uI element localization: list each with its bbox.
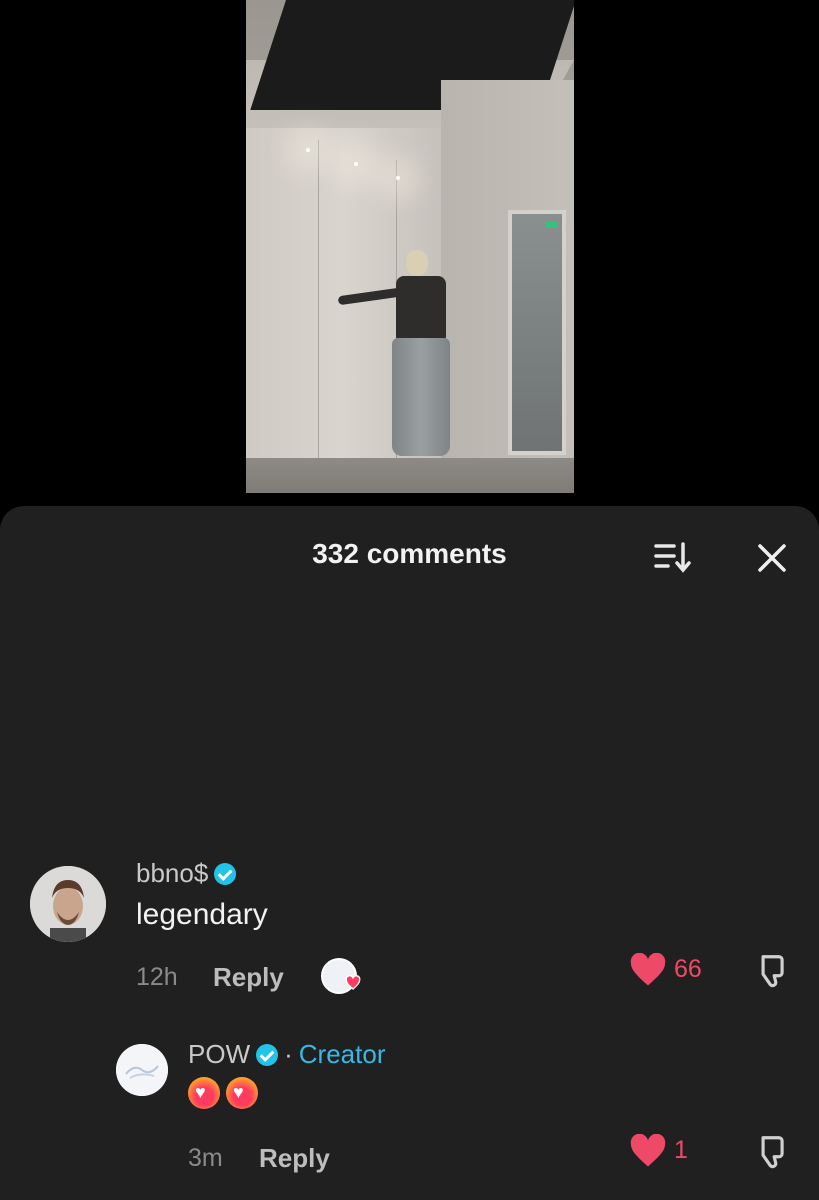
reply-button[interactable]: Reply [259,1143,330,1174]
dancer-legs [392,338,450,456]
comment-text: legendary [136,898,268,931]
comment-timestamp: 12h [136,963,178,991]
video-ceiling-light [396,176,400,180]
video-floor [246,458,574,493]
reply-button[interactable]: Reply [213,962,284,993]
comment-username[interactable]: POW · Creator [188,1039,385,1070]
creator-logo [116,1044,168,1096]
verified-icon [214,862,237,885]
close-icon [758,544,786,572]
verified-icon [256,1043,279,1066]
video-door [508,210,566,455]
video-wall-panel [318,140,319,458]
comment-username[interactable]: bbno$ [136,858,237,889]
comments-sheet: 332 comments bbno$ legendary 12h Reply 6… [0,506,819,1200]
avatar[interactable] [30,866,106,942]
video-ceiling-light [354,162,358,166]
dislike-icon[interactable] [751,1133,791,1171]
fire-heart-emoji [226,1077,258,1109]
dislike-icon[interactable] [751,952,791,990]
heart-icon[interactable] [629,953,667,987]
dancer-torso [396,276,446,344]
username-text: POW [188,1039,251,1069]
close-button[interactable] [752,538,792,578]
video-exit-sign [546,222,558,228]
username-text: bbno$ [136,858,209,888]
avatar[interactable] [116,1044,168,1096]
creator-badge: Creator [298,1039,386,1069]
dancer-head [406,250,428,276]
sort-button[interactable] [652,538,694,576]
heart-icon[interactable] [629,1134,667,1168]
video-ceiling-light [306,148,310,152]
like-count: 1 [674,1136,688,1164]
comments-count-title: 332 comments [312,538,507,569]
comment-timestamp: 3m [188,1144,223,1172]
fire-heart-emoji [188,1077,220,1109]
creator-liked-heart-icon [345,975,361,990]
like-count: 66 [674,955,702,983]
video-player[interactable] [246,0,574,493]
comment-text [188,1077,258,1109]
sort-icon [654,542,691,573]
user-portrait [30,866,106,942]
badge-separator: · [284,1039,293,1069]
